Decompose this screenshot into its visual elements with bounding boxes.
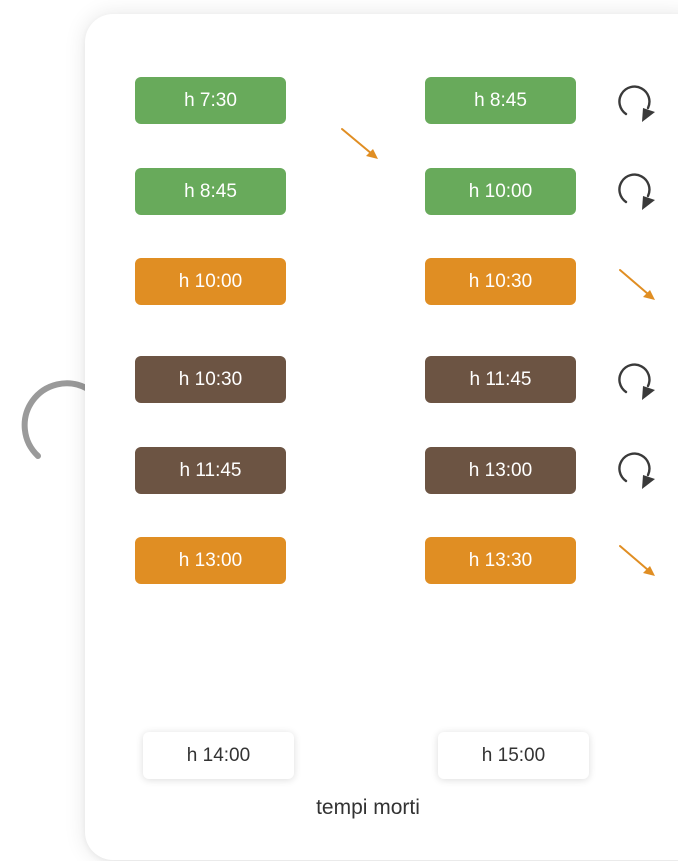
slot-end-4: h 11:45: [425, 356, 576, 403]
slot-end-2: h 10:00: [425, 168, 576, 215]
slot-start-1: h 7:30: [135, 77, 286, 124]
arrow-down-right-icon: [616, 542, 660, 580]
slot-end-3: h 10:30: [425, 258, 576, 305]
idle-slot-start: h 14:00: [143, 732, 294, 779]
refresh-icon: [614, 362, 658, 402]
schedule-diagram: h 7:30 h 8:45 h 8:45 h 10:00 h 10:00 h 1…: [0, 0, 678, 861]
refresh-icon: [614, 84, 658, 124]
slot-end-5: h 13:00: [425, 447, 576, 494]
slot-end-1: h 8:45: [425, 77, 576, 124]
slot-start-6: h 13:00: [135, 537, 286, 584]
slot-start-3: h 10:00: [135, 258, 286, 305]
slot-start-4: h 10:30: [135, 356, 286, 403]
refresh-icon: [614, 451, 658, 491]
arrow-down-right-icon: [616, 266, 660, 304]
slot-start-5: h 11:45: [135, 447, 286, 494]
slot-end-6: h 13:30: [425, 537, 576, 584]
slot-start-2: h 8:45: [135, 168, 286, 215]
idle-caption: tempi morti: [316, 796, 420, 819]
refresh-icon: [614, 172, 658, 212]
arrow-down-right-icon: [338, 125, 382, 163]
idle-slot-end: h 15:00: [438, 732, 589, 779]
